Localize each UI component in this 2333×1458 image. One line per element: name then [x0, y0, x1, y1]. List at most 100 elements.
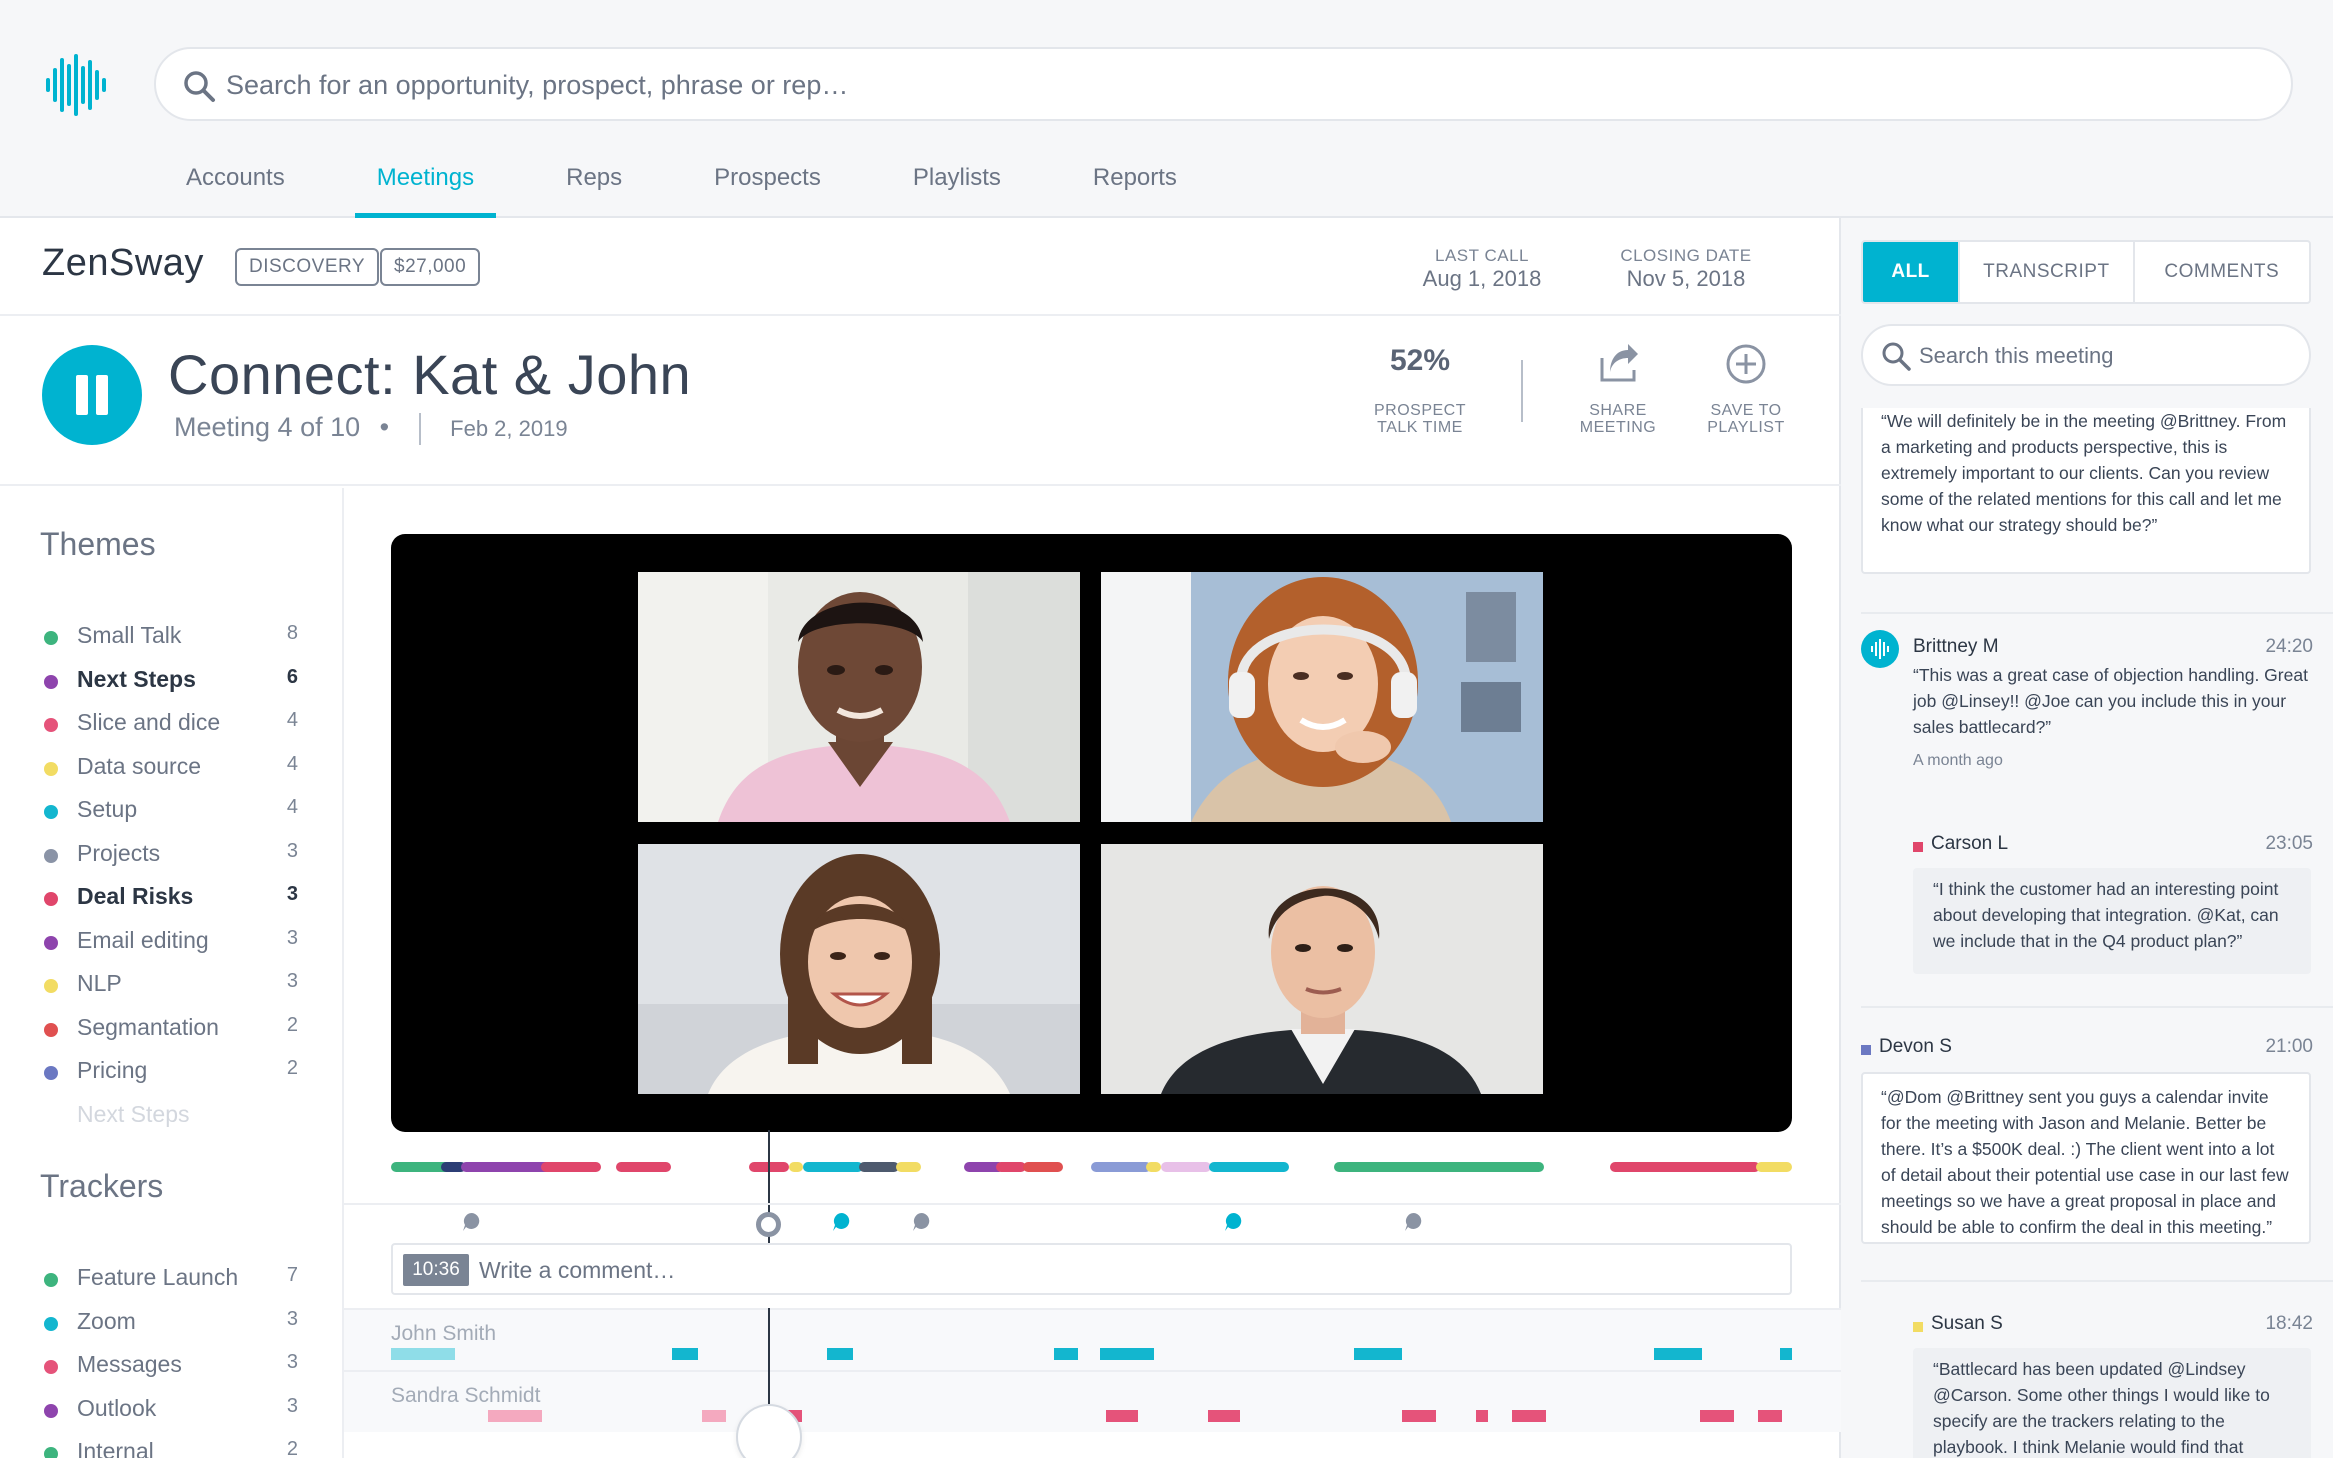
comment-marker-icon[interactable]	[912, 1212, 932, 1232]
theme-segment[interactable]	[1146, 1162, 1161, 1172]
tracker-item[interactable]: Feature Launch 7	[44, 1264, 298, 1294]
comment-composer[interactable]: 10:36	[391, 1243, 1792, 1295]
theme-segment[interactable]	[1334, 1162, 1544, 1172]
tab-prospects[interactable]: Prospects	[692, 150, 843, 218]
speaker-activity-block[interactable]	[1512, 1410, 1546, 1422]
comment-timestamp[interactable]: 21:00	[2228, 1036, 2313, 1058]
search-icon	[1882, 342, 1911, 371]
tab-meetings[interactable]: Meetings	[354, 150, 497, 218]
theme-segment[interactable]	[461, 1162, 551, 1172]
video-player[interactable]	[391, 534, 1792, 1132]
theme-segment[interactable]	[1091, 1162, 1151, 1172]
theme-item[interactable]: Data source 4	[44, 753, 298, 783]
comment-timestamp[interactable]: 23:05	[2228, 833, 2313, 855]
tab-reports[interactable]: Reports	[1071, 150, 1199, 218]
tracker-item[interactable]: Outlook 3	[44, 1395, 298, 1425]
speaker-activity-block[interactable]	[1106, 1410, 1138, 1422]
comment-author[interactable]: Susan S	[1931, 1313, 2003, 1335]
theme-name: Data source	[77, 752, 202, 779]
global-search-input[interactable]	[226, 59, 2256, 111]
add-circle-icon[interactable]	[1724, 342, 1768, 386]
theme-segment[interactable]	[1756, 1162, 1792, 1172]
theme-segment[interactable]	[789, 1162, 803, 1172]
tab-all[interactable]: ALL	[1863, 242, 1961, 302]
theme-item[interactable]: Pricing 2	[44, 1057, 298, 1087]
comment-input[interactable]	[479, 1251, 1769, 1289]
theme-segment[interactable]	[896, 1162, 921, 1172]
comment-timestamp[interactable]: 24:20	[2228, 636, 2313, 658]
closing-date-label: CLOSING DATE	[1620, 246, 1752, 265]
speaker-activity-block[interactable]	[702, 1410, 726, 1422]
theme-item[interactable]: NLP 3	[44, 970, 298, 1000]
share-icon[interactable]	[1596, 342, 1640, 386]
theme-item[interactable]: Email editing 3	[44, 927, 298, 957]
theme-item[interactable]: Setup 4	[44, 796, 298, 826]
meeting-search-bar[interactable]	[1861, 324, 2311, 386]
theme-timeline[interactable]	[391, 1162, 1792, 1174]
comment-marker-icon[interactable]	[832, 1212, 852, 1232]
pause-button[interactable]	[42, 345, 142, 445]
speaker-activity-block[interactable]	[1758, 1410, 1782, 1422]
theme-segment[interactable]	[803, 1162, 863, 1172]
comment-marker-icon[interactable]	[462, 1212, 482, 1232]
speaker-activity-block[interactable]	[391, 1348, 455, 1360]
speaker-activity-block[interactable]	[1208, 1410, 1240, 1422]
comment-marker-icon[interactable]	[1224, 1212, 1244, 1232]
speaker-activity-block[interactable]	[1700, 1410, 1734, 1422]
theme-item[interactable]: Next Steps	[77, 1101, 331, 1131]
speaker-track-sandra[interactable]: Sandra Schmidt	[344, 1370, 1841, 1432]
talk-time-label: PROSPECT TALK TIME	[1350, 402, 1490, 436]
waveform-logo-icon[interactable]	[46, 54, 108, 116]
theme-segment[interactable]	[1610, 1162, 1760, 1172]
theme-item[interactable]: Small Talk 8	[44, 622, 298, 652]
theme-segment[interactable]	[1023, 1162, 1063, 1172]
speaker-activity-block[interactable]	[672, 1348, 698, 1360]
comment-author[interactable]: Brittney M	[1913, 636, 1999, 658]
theme-segment[interactable]	[996, 1162, 1026, 1172]
speaker-track-john[interactable]: John Smith	[344, 1308, 1841, 1370]
speaker-activity-block[interactable]	[1054, 1348, 1078, 1360]
theme-item[interactable]: Segmantation 2	[44, 1014, 298, 1044]
speaker-activity-block[interactable]	[1354, 1348, 1402, 1360]
tracker-item[interactable]: Internal 2	[44, 1438, 298, 1458]
comment-author[interactable]: Devon S	[1879, 1036, 1952, 1058]
theme-segment[interactable]	[616, 1162, 671, 1172]
speaker-activity-block[interactable]	[827, 1348, 853, 1360]
speaker-activity-block[interactable]	[1476, 1410, 1488, 1422]
tracker-item[interactable]: Zoom 3	[44, 1308, 298, 1338]
theme-count: 3	[286, 926, 298, 949]
speaker-activity-block[interactable]	[1654, 1348, 1702, 1360]
theme-item[interactable]: Next Steps 6	[44, 666, 298, 696]
comment-timestamp[interactable]: 18:42	[2228, 1313, 2313, 1335]
global-search-bar[interactable]	[154, 47, 2293, 121]
tab-playlists[interactable]: Playlists	[891, 150, 1023, 218]
theme-segment[interactable]	[1161, 1162, 1211, 1172]
speaker-activity-block[interactable]	[1100, 1348, 1154, 1360]
company-name[interactable]: ZenSway	[42, 242, 204, 285]
tracker-item[interactable]: Messages 3	[44, 1351, 298, 1381]
theme-segment[interactable]	[1209, 1162, 1289, 1172]
tab-transcript[interactable]: TRANSCRIPT	[1960, 242, 2135, 302]
author-color-marker	[1913, 842, 1923, 852]
share-meeting-button[interactable]: SHARE MEETING	[1558, 402, 1678, 436]
tracker-name: Outlook	[77, 1394, 157, 1421]
speaker-activity-block[interactable]	[1402, 1410, 1436, 1422]
comment-marker-icon[interactable]	[1404, 1212, 1424, 1232]
theme-item[interactable]: Deal Risks 3	[44, 883, 298, 913]
theme-item[interactable]: Slice and dice 4	[44, 709, 298, 739]
save-to-playlist-button[interactable]: SAVE TO PLAYLIST	[1686, 402, 1806, 436]
avatar-logo-icon	[1861, 630, 1899, 668]
reply-text: “Battlecard has been updated @Lindsey @C…	[1913, 1348, 2311, 1458]
speaker-activity-block[interactable]	[488, 1410, 542, 1422]
meeting-search-input[interactable]	[1919, 334, 2289, 378]
bullet-separator: •	[379, 412, 390, 442]
speaker-activity-block[interactable]	[1780, 1348, 1792, 1360]
theme-segment[interactable]	[541, 1162, 601, 1172]
tab-comments[interactable]: COMMENTS	[2135, 242, 2309, 302]
tab-reps[interactable]: Reps	[544, 150, 644, 218]
comment-author[interactable]: Carson L	[1931, 833, 2008, 855]
tab-accounts[interactable]: Accounts	[164, 150, 307, 218]
theme-segment[interactable]	[859, 1162, 899, 1172]
theme-item[interactable]: Projects 3	[44, 840, 298, 870]
playhead-handle[interactable]	[756, 1212, 781, 1237]
